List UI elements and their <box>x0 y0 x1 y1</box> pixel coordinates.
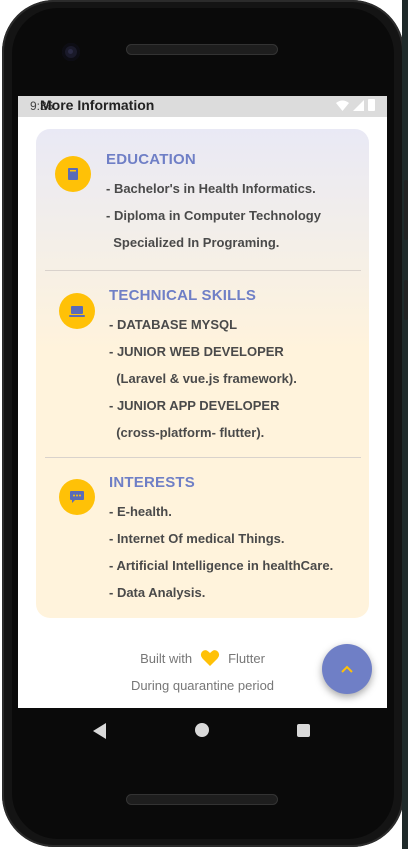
power-button <box>404 280 408 320</box>
list-item: (Laravel & vue.js framework). <box>109 371 297 386</box>
app-screen: 9:36 More Information EDUCATION - Bachel… <box>18 96 387 708</box>
scroll-to-top-button[interactable] <box>322 644 372 694</box>
home-icon[interactable] <box>195 723 209 737</box>
info-card: EDUCATION - Bachelor's in Health Informa… <box>36 129 369 618</box>
technical-skills-section: TECHNICAL SKILLS - DATABASE MYSQL - JUNI… <box>36 271 369 457</box>
book-icon <box>55 156 91 192</box>
list-item: Specialized In Programing. <box>106 235 280 250</box>
volume-button <box>404 180 408 240</box>
earpiece-speaker <box>126 44 278 55</box>
back-icon[interactable] <box>93 723 107 739</box>
android-nav-bar <box>18 708 387 754</box>
front-camera <box>62 43 80 61</box>
list-item: - Artificial Intelligence in healthCare. <box>109 558 334 573</box>
list-item: (cross-platform- flutter). <box>109 425 265 440</box>
interests-title: INTERESTS <box>109 474 195 491</box>
chat-bubble-icon <box>59 479 95 515</box>
bottom-speaker <box>126 794 278 805</box>
list-item: - E-health. <box>109 504 172 519</box>
technical-skills-title: TECHNICAL SKILLS <box>109 287 257 304</box>
signal-icon <box>353 99 364 111</box>
recent-apps-icon[interactable] <box>297 724 310 737</box>
battery-icon <box>368 99 375 111</box>
education-title: EDUCATION <box>106 151 196 168</box>
education-section: EDUCATION - Bachelor's in Health Informa… <box>36 129 369 269</box>
heart-icon <box>200 650 220 666</box>
list-item: - JUNIOR APP DEVELOPER <box>109 398 280 413</box>
list-item: - Internet Of medical Things. <box>109 531 285 546</box>
list-item: - DATABASE MYSQL <box>109 317 238 332</box>
interests-section: INTERESTS - E-health. - Internet Of medi… <box>36 458 369 618</box>
page-title: More Information <box>40 97 155 113</box>
list-item: - Bachelor's in Health Informatics. <box>106 181 316 196</box>
list-item: - Data Analysis. <box>109 585 206 600</box>
chevron-up-icon <box>341 665 353 673</box>
built-with-label: Built with <box>140 650 193 666</box>
wifi-icon <box>336 100 349 111</box>
status-icons <box>336 99 375 111</box>
status-bar: 9:36 More Information <box>18 96 387 117</box>
list-item: - JUNIOR WEB DEVELOPER <box>109 344 284 359</box>
list-item: - Diploma in Computer Technology <box>106 208 321 223</box>
laptop-icon <box>59 293 95 329</box>
background-window-edge <box>402 0 408 849</box>
framework-label: Flutter <box>228 650 265 666</box>
